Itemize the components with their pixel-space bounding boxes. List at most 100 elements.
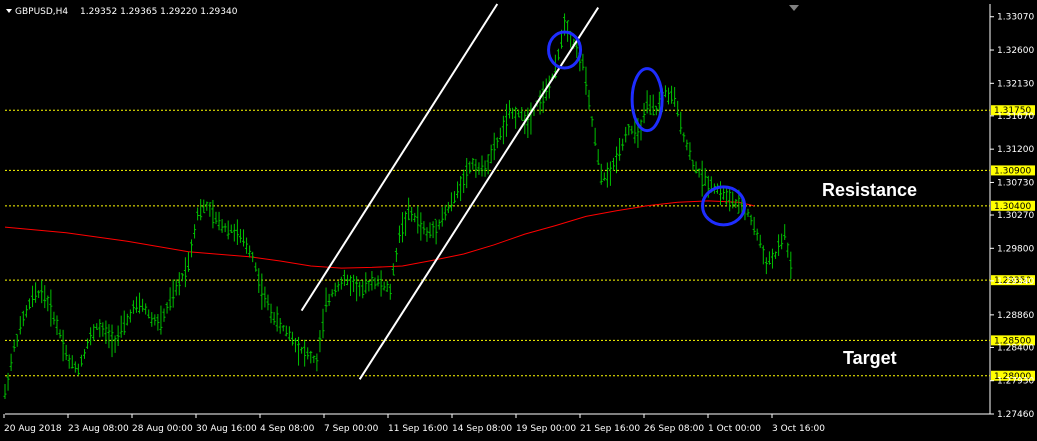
x-tick-label: 7 Sep 00:00 (324, 424, 379, 434)
price-bar (746, 208, 750, 217)
price-bar (309, 350, 313, 364)
price-bar (755, 228, 759, 241)
price-bar (9, 353, 13, 372)
price-bar (220, 219, 224, 233)
price-bar (306, 347, 310, 360)
price-bar (498, 127, 502, 140)
price-bar (667, 87, 671, 105)
price-bar (722, 186, 726, 200)
horizontal-levels: 1.317501.309001.304001.293501.285001.280… (5, 105, 1035, 382)
price-bar (590, 116, 594, 127)
price-bar (462, 169, 466, 194)
y-tick-label: 1.29800 (997, 244, 1034, 254)
price-bar (477, 162, 481, 175)
price-bar (64, 344, 68, 361)
highlight-circle (547, 30, 583, 70)
price-bar (31, 285, 35, 308)
price-bar (621, 138, 625, 151)
y-tick-label: 1.27930 (997, 377, 1034, 387)
price-bar (789, 251, 793, 279)
price-bar (315, 353, 319, 372)
price-bar (676, 100, 680, 117)
price-bar (147, 309, 151, 319)
price-bar (15, 333, 19, 347)
price-bar (330, 289, 334, 298)
price-bar (404, 211, 408, 236)
price-bar (27, 298, 31, 310)
price-bar (673, 87, 677, 107)
price-bar (67, 354, 71, 369)
price-bar (642, 102, 646, 124)
price-bar (587, 89, 591, 110)
price-chart: 1.317501.309001.304001.293501.285001.280… (3, 3, 1035, 434)
price-bar (18, 316, 22, 335)
price-bar (556, 48, 560, 61)
price-bar (245, 237, 249, 254)
price-bar (504, 103, 508, 137)
price-bar (410, 206, 414, 222)
x-tick-label: 4 Sep 08:00 (260, 424, 315, 434)
x-tick-label: 30 Aug 16:00 (196, 424, 257, 434)
y-tick-label: 1.31200 (997, 145, 1034, 155)
dropdown-triangle-icon[interactable] (6, 9, 12, 13)
price-bar (254, 262, 258, 272)
price-bar (131, 300, 135, 314)
price-bar (670, 85, 674, 104)
price-bar (541, 81, 545, 113)
shift-marker-icon[interactable] (789, 5, 799, 11)
price-bar (312, 355, 316, 363)
price-bar (297, 336, 301, 366)
price-bar (425, 227, 429, 242)
highlight-circles (547, 30, 747, 227)
price-bar (492, 132, 496, 161)
price-bar (293, 337, 297, 353)
price-bar (419, 212, 423, 241)
price-bar (125, 313, 129, 326)
price-bar (679, 111, 683, 135)
price-bar (190, 239, 194, 258)
price-bar (517, 110, 521, 118)
price-bar (596, 149, 600, 165)
price-bar (116, 325, 120, 346)
price-bar (134, 296, 138, 313)
price-bar (422, 221, 426, 235)
price-bar (235, 219, 239, 245)
price-bar (92, 324, 96, 341)
price-bar (376, 275, 380, 287)
price-bar (611, 157, 615, 171)
price-bar (95, 323, 99, 330)
price-bar (770, 248, 774, 269)
price-bar (648, 95, 652, 115)
price-bar (37, 290, 41, 299)
price-bar (141, 298, 145, 312)
price-bar (168, 287, 172, 311)
price-bar (196, 207, 200, 221)
x-tick-label: 20 Aug 2018 (4, 424, 62, 434)
price-bar (379, 270, 383, 297)
y-tick-label: 1.28860 (997, 311, 1034, 321)
y-tick-label: 1.31670 (997, 112, 1034, 122)
x-tick-label: 19 Sep 00:00 (516, 424, 576, 434)
price-bar (413, 212, 417, 223)
y-tick-label: 1.27460 (997, 410, 1034, 420)
price-bar (352, 274, 356, 293)
price-bar (242, 229, 245, 247)
price-bar (263, 286, 267, 308)
y-tick-label: 1.29340 (997, 277, 1034, 287)
price-bar (275, 306, 279, 332)
price-bar (183, 257, 187, 288)
price-bar (73, 361, 77, 373)
price-bar (581, 53, 585, 71)
price-bar (584, 66, 588, 95)
price-bar (174, 279, 178, 296)
price-bar (79, 354, 83, 367)
price-bar (602, 172, 606, 181)
price-bar (783, 224, 787, 240)
price-bar (777, 234, 781, 256)
y-tick-label: 1.32600 (997, 46, 1034, 56)
price-bar (229, 224, 233, 234)
price-bar (483, 160, 487, 177)
price-bar (761, 245, 765, 265)
price-bar (434, 218, 438, 245)
price-bar (474, 158, 478, 178)
